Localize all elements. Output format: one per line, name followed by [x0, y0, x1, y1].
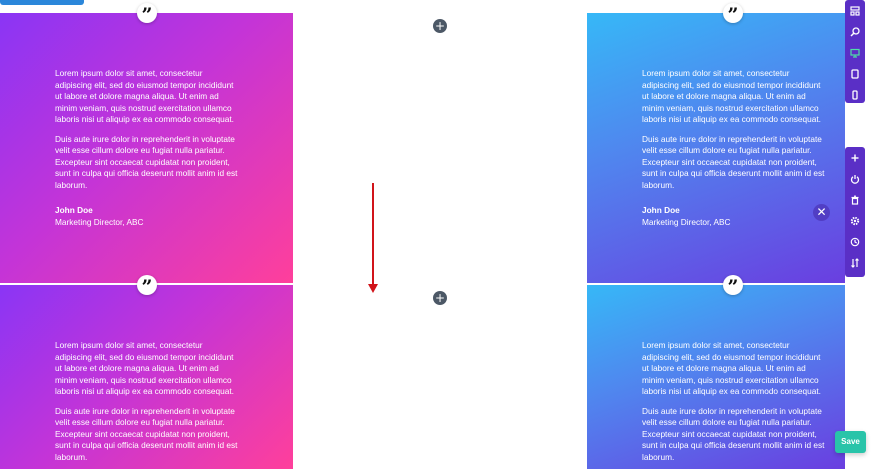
quote-icon: ” [723, 3, 743, 26]
top-tab-button[interactable] [0, 0, 84, 5]
testimonial-content: Lorem ipsum dolor sit amet, consectetur … [55, 340, 241, 469]
view-mode-toolbar [845, 0, 865, 103]
add-module-button[interactable]: + [433, 291, 447, 305]
testimonial-paragraph: Duis aute irure dolor in reprehenderit i… [642, 405, 825, 462]
settings-icon[interactable] [845, 210, 865, 231]
testimonial-paragraph: Lorem ipsum dolor sit amet, consectetur … [642, 68, 821, 124]
testimonial-card[interactable]: Lorem ipsum dolor sit amet, consectetur … [587, 13, 845, 283]
testimonial-content: Lorem ipsum dolor sit amet, consectetur … [642, 68, 828, 228]
quote-icon: ” [723, 275, 743, 298]
testimonial-author: John Doe [55, 205, 93, 215]
testimonial-role: Marketing Director, ABC [55, 216, 144, 227]
sort-icon[interactable] [845, 252, 865, 273]
testimonial-content: Lorem ipsum dolor sit amet, consectetur … [55, 68, 241, 228]
testimonial-paragraph: Lorem ipsum dolor sit amet, consectetur … [55, 340, 234, 396]
testimonial-paragraph: Duis aute irure dolor in reprehenderit i… [642, 133, 825, 190]
annotation-arrow [372, 183, 374, 287]
tablet-icon[interactable] [845, 63, 865, 84]
power-icon[interactable] [845, 168, 865, 189]
close-button[interactable]: ✕ [813, 204, 830, 221]
add-icon[interactable] [845, 147, 865, 168]
testimonial-role: Marketing Director, ABC [642, 216, 731, 227]
zoom-icon[interactable] [845, 21, 865, 42]
testimonial-paragraph: Lorem ipsum dolor sit amet, consectetur … [55, 68, 234, 124]
add-module-button[interactable]: + [433, 19, 447, 33]
testimonial-card[interactable]: Lorem ipsum dolor sit amet, consectetur … [0, 285, 293, 469]
quote-icon: ” [137, 275, 157, 298]
testimonial-card[interactable]: Lorem ipsum dolor sit amet, consectetur … [587, 285, 845, 469]
history-icon[interactable] [845, 231, 865, 252]
wireframe-icon[interactable] [845, 0, 865, 21]
testimonial-paragraph: Duis aute irure dolor in reprehenderit i… [55, 133, 238, 190]
testimonial-card[interactable]: Lorem ipsum dolor sit amet, consectetur … [0, 13, 293, 283]
desktop-icon[interactable] [845, 42, 865, 63]
actions-toolbar [845, 147, 865, 277]
trash-icon[interactable] [845, 189, 865, 210]
save-button[interactable]: Save [835, 431, 866, 453]
phone-icon[interactable] [845, 84, 865, 105]
testimonial-content: Lorem ipsum dolor sit amet, consectetur … [642, 340, 828, 469]
quote-icon: ” [137, 3, 157, 26]
testimonial-paragraph: Lorem ipsum dolor sit amet, consectetur … [642, 340, 821, 396]
annotation-arrow-head [368, 284, 378, 293]
testimonial-paragraph: Duis aute irure dolor in reprehenderit i… [55, 405, 238, 462]
testimonial-author: John Doe [642, 205, 680, 215]
